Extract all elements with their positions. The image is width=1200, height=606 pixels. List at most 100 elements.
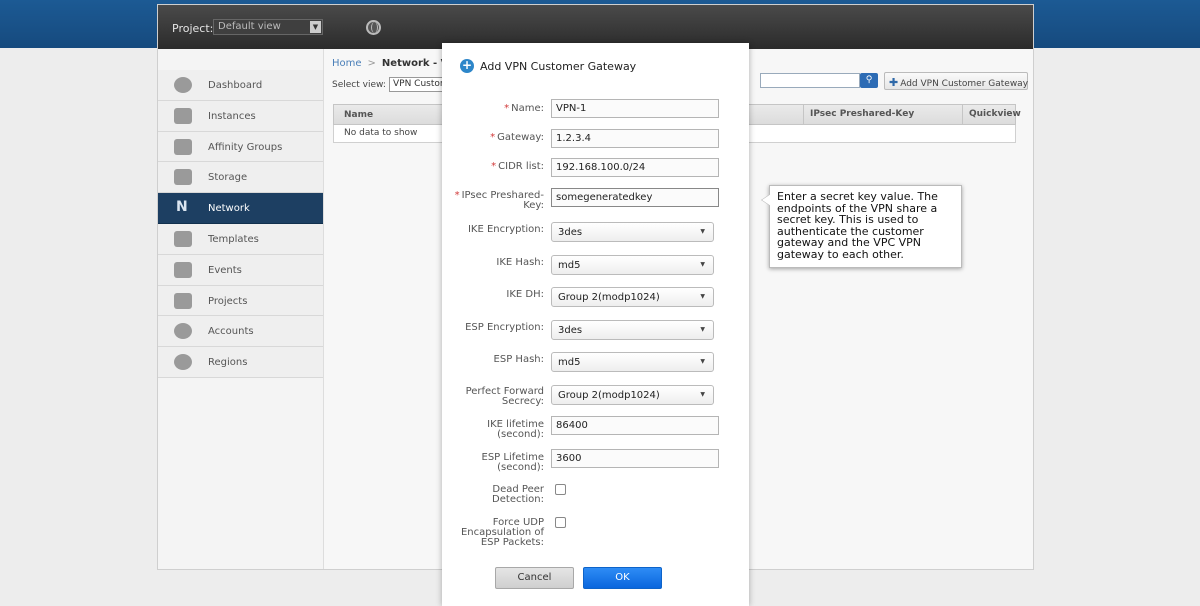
- sidebar-item-instances[interactable]: Instances: [158, 100, 323, 132]
- chevron-down-icon: ▼: [310, 21, 321, 33]
- ike-hash-label: IKE Hash:: [496, 257, 544, 268]
- select-view-label: Select view:: [332, 80, 386, 90]
- sidebar-item-label: Events: [208, 264, 242, 276]
- breadcrumb-home[interactable]: Home: [332, 58, 362, 69]
- esp-hash-value: md5: [558, 357, 581, 368]
- ipsec-psk-input[interactable]: somegeneratedkey: [551, 188, 719, 207]
- gateway-input[interactable]: 1.2.3.4: [551, 129, 719, 148]
- ike-lifetime-label-line2: (second):: [497, 429, 544, 440]
- sidebar-item-storage[interactable]: Storage: [158, 162, 323, 194]
- chevron-down-icon: ▼: [700, 293, 705, 300]
- sidebar-item-label: Dashboard: [208, 80, 263, 91]
- plus-icon: ✚: [889, 76, 899, 89]
- sidebar-item-label: Accounts: [208, 326, 254, 338]
- ike-lifetime-input[interactable]: 86400: [551, 416, 719, 435]
- pfs-label-line2: Secrecy:: [501, 396, 544, 407]
- name-label-text: Name:: [511, 103, 544, 114]
- network-icon: [174, 199, 192, 216]
- sidebar-item-label: Instances: [208, 110, 256, 122]
- storage-icon: [174, 169, 192, 186]
- esp-hash-select[interactable]: md5 ▼: [551, 352, 714, 372]
- dpd-label-line2: Detection:: [492, 494, 544, 505]
- ike-encryption-value: 3des: [558, 227, 583, 238]
- ike-dh-label: IKE DH:: [506, 289, 544, 300]
- project-label: Project:: [172, 22, 214, 35]
- sidebar-item-label: Regions: [208, 357, 248, 369]
- add-vpn-customer-gateway-dialog: + Add VPN Customer Gateway * Name: VPN-1 …: [442, 43, 749, 606]
- project-select-value: Default view: [218, 21, 281, 32]
- ike-hash-value: md5: [558, 260, 581, 271]
- name-input[interactable]: VPN-1: [551, 99, 719, 118]
- search-input[interactable]: [760, 73, 860, 88]
- dialog-title: Add VPN Customer Gateway: [480, 60, 637, 73]
- chevron-down-icon: ▼: [700, 358, 705, 365]
- add-button-label: Add VPN Customer Gateway: [900, 79, 1029, 89]
- esp-lifetime-input[interactable]: 3600: [551, 449, 719, 468]
- sidebar-item-projects[interactable]: Projects: [158, 285, 323, 317]
- ike-dh-select[interactable]: Group 2(modp1024) ▼: [551, 287, 714, 307]
- ike-encryption-select[interactable]: 3des ▼: [551, 222, 714, 242]
- dead-peer-detection-label: Dead Peer Detection:: [492, 485, 544, 505]
- tooltip-line: Enter a secret key value. The: [777, 190, 938, 203]
- force-udp-label: Force UDP Encapsulation of ESP Packets:: [461, 518, 544, 548]
- esp-hash-label: ESP Hash:: [493, 354, 544, 365]
- column-quickview[interactable]: Quickview: [962, 105, 1021, 124]
- user-icon: [174, 323, 192, 340]
- cidr-list-label-text: CIDR list:: [498, 161, 544, 172]
- esp-encryption-select[interactable]: 3des ▼: [551, 320, 714, 340]
- esp-encryption-value: 3des: [558, 325, 583, 336]
- sidebar-item-label: Storage: [208, 172, 248, 184]
- sidebar-item-affinity-groups[interactable]: Affinity Groups: [158, 131, 323, 163]
- force-udp-label-line3: ESP Packets:: [480, 537, 544, 548]
- sidebar-item-label: Affinity Groups: [208, 141, 283, 153]
- ok-button[interactable]: OK: [583, 567, 662, 589]
- sidebar-item-dashboard[interactable]: Dashboard: [158, 70, 323, 101]
- column-ipsec-preshared-key[interactable]: IPsec Preshared-Key: [803, 105, 962, 124]
- globe-icon: [174, 354, 192, 371]
- cidr-list-input[interactable]: 192.168.100.0/24: [551, 158, 719, 177]
- ike-lifetime-label: IKE lifetime (second):: [487, 420, 544, 440]
- empty-message: No data to show: [344, 128, 418, 138]
- required-mark: *: [491, 161, 497, 172]
- pfs-select[interactable]: Group 2(modp1024) ▼: [551, 385, 714, 405]
- affinity-groups-icon: [174, 138, 192, 155]
- esp-encryption-label: ESP Encryption:: [465, 322, 544, 333]
- calendar-icon: [174, 261, 192, 278]
- chevron-down-icon: ▼: [700, 391, 705, 398]
- chevron-down-icon: ▼: [700, 228, 705, 235]
- search-icon[interactable]: ⚲: [860, 73, 878, 88]
- gateway-label-text: Gateway:: [497, 132, 544, 143]
- ike-hash-select[interactable]: md5 ▼: [551, 255, 714, 275]
- ipsec-psk-tooltip: Enter a secret key value. The endpoints …: [761, 185, 962, 268]
- ipsec-psk-label-line2: Key:: [523, 200, 544, 211]
- required-mark: *: [504, 103, 510, 114]
- tooltip-line: secret key. This is used to: [777, 213, 919, 226]
- esp-lifetime-label: ESP Lifetime (second):: [482, 453, 545, 473]
- tooltip-line: gateway and the VPC VPN: [777, 236, 922, 249]
- breadcrumb-separator: >: [367, 58, 376, 69]
- required-mark: *: [490, 132, 496, 143]
- chevron-down-icon: ▼: [700, 261, 705, 268]
- cloud-icon: [174, 107, 192, 124]
- force-udp-checkbox[interactable]: [555, 517, 566, 528]
- pfs-label: Perfect Forward Secrecy:: [466, 387, 544, 407]
- cancel-button[interactable]: Cancel: [495, 567, 574, 589]
- chevron-down-icon: ▼: [700, 326, 705, 333]
- sidebar-item-templates[interactable]: Templates: [158, 223, 323, 255]
- sidebar-item-accounts[interactable]: Accounts: [158, 316, 323, 348]
- column-name[interactable]: Name: [344, 110, 373, 120]
- sidebar-item-network[interactable]: Network: [158, 193, 323, 224]
- sidebar-item-regions[interactable]: Regions: [158, 347, 323, 378]
- ipsec-psk-label: * IPsec Preshared- Key:: [455, 191, 544, 211]
- sidebar-item-label: Network: [208, 203, 250, 215]
- dead-peer-detection-checkbox[interactable]: [555, 484, 566, 495]
- sidebar-item-events[interactable]: Events: [158, 254, 323, 286]
- add-vpn-customer-gateway-button[interactable]: ✚ Add VPN Customer Gateway: [884, 72, 1028, 90]
- ike-dh-value: Group 2(modp1024): [558, 292, 660, 303]
- globe-icon[interactable]: [366, 20, 381, 35]
- tooltip-line: gateway to each other.: [777, 247, 904, 261]
- sidebar-item-label: Projects: [208, 295, 248, 307]
- templates-icon: [174, 230, 192, 247]
- pfs-value: Group 2(modp1024): [558, 390, 660, 401]
- project-select[interactable]: Default view ▼: [213, 19, 323, 35]
